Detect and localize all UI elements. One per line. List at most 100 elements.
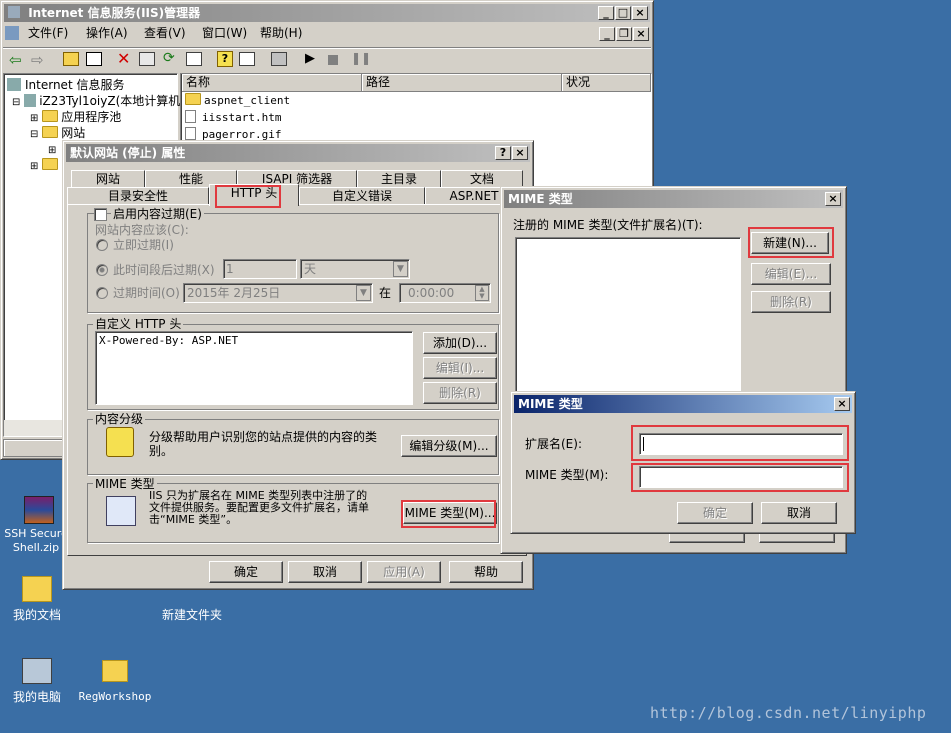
help-dialog-button[interactable]: 帮助: [449, 561, 523, 583]
menu-help[interactable]: 帮助(H): [260, 25, 302, 41]
col-header-path[interactable]: 路径: [362, 74, 562, 92]
list-item[interactable]: iisstart.htm: [185, 110, 281, 126]
show-tree-icon[interactable]: [86, 52, 102, 66]
maximize-button[interactable]: □: [615, 6, 631, 20]
computer-icon[interactable]: [271, 52, 287, 66]
mime-list-title-bar[interactable]: MIME 类型 ×: [504, 190, 843, 208]
close-button[interactable]: ×: [632, 6, 648, 20]
menu-window[interactable]: 窗口(W): [202, 25, 247, 41]
chevron-down-icon[interactable]: ▼: [356, 285, 371, 301]
expand-minus-icon[interactable]: ⊟: [12, 97, 20, 108]
expire-checkbox-label[interactable]: 启用内容过期(E): [111, 207, 204, 221]
apply-button[interactable]: 应用(A): [367, 561, 441, 583]
col-header-name[interactable]: 名称: [182, 74, 362, 92]
delete-icon[interactable]: ✕: [117, 49, 130, 68]
my-computer-icon: [22, 658, 52, 684]
my-documents-icon: [22, 576, 52, 602]
menu-view[interactable]: 查看(V): [144, 25, 186, 41]
add-header-button[interactable]: 添加(D)...: [423, 332, 497, 354]
expire-time-field[interactable]: 0:00:00 ▲ ▼: [399, 283, 491, 303]
expire-checkbox[interactable]: [94, 208, 107, 221]
expand-plus-icon[interactable]: ⊞: [48, 145, 56, 156]
toolbar: ⇦ ⇨ ✕ ⟳ ? ▶ ❚❚: [3, 47, 651, 71]
tab-custom-errors[interactable]: 自定义错误: [299, 187, 425, 204]
edit-header-button[interactable]: 编辑(I)...: [423, 357, 497, 379]
refresh-icon[interactable]: ⟳: [163, 50, 175, 66]
rating-description: 分级帮助用户识别您的站点提供的内容的类别。: [149, 430, 378, 458]
child-close-button[interactable]: ×: [633, 27, 649, 41]
close-button[interactable]: ×: [512, 146, 528, 160]
close-button[interactable]: ×: [834, 397, 850, 411]
expire-unit-select[interactable]: 天 ▼: [300, 259, 410, 279]
export-icon[interactable]: [186, 52, 202, 66]
tree-other-node[interactable]: ⊞: [30, 157, 61, 175]
content-rating-label: 内容分级: [93, 412, 146, 426]
properties-title-bar[interactable]: 默认网站 (停止) 属性 ? ×: [66, 144, 530, 162]
forward-icon[interactable]: ⇨: [31, 51, 44, 69]
mime-list-title: MIME 类型: [508, 192, 573, 206]
stop-icon[interactable]: [328, 55, 338, 65]
registered-mime-list[interactable]: [515, 237, 741, 397]
iis-title-bar[interactable]: Internet 信息服务(IIS)管理器 _ □ ×: [4, 4, 650, 22]
desktop-icon-regworkshop[interactable]: RegWorkshop: [78, 656, 152, 708]
expire-now-radio[interactable]: [96, 239, 108, 251]
child-restore-button[interactable]: ❐: [616, 27, 632, 41]
delete-mime-button[interactable]: 删除(R): [751, 291, 831, 313]
edit-mime-button[interactable]: 编辑(E)...: [751, 263, 831, 285]
tab-directory-security[interactable]: 目录安全性: [67, 187, 209, 204]
highlight-http-tab: [215, 185, 281, 208]
watermark: http://blog.csdn.net/linyiphp: [650, 704, 927, 722]
mime-type-title-bar[interactable]: MIME 类型 ×: [514, 395, 852, 413]
tab-website[interactable]: 网站: [71, 170, 145, 187]
mime-type-title: MIME 类型: [518, 397, 583, 411]
menu-file[interactable]: 文件(F): [28, 25, 68, 41]
desktop-label: 新建文件夹: [161, 608, 222, 622]
expire-on-radio[interactable]: [96, 287, 108, 299]
view-icon[interactable]: [239, 52, 255, 66]
rating-badge-icon: [106, 427, 134, 457]
tab-home-directory[interactable]: 主目录: [357, 170, 441, 187]
custom-headers-list[interactable]: X-Powered-By: ASP.NET: [95, 331, 413, 405]
expire-after-value-field[interactable]: 1: [223, 259, 297, 279]
expire-after-radio[interactable]: [96, 264, 108, 276]
child-minimize-button[interactable]: _: [599, 27, 615, 41]
ok-button[interactable]: 确定: [209, 561, 283, 583]
mime-type-label: MIME 类型(M):: [525, 468, 609, 482]
list-item[interactable]: aspnet_client: [185, 93, 290, 109]
highlight-mime-type-input: [631, 463, 849, 492]
expand-plus-icon[interactable]: ⊞: [30, 161, 38, 172]
expand-plus-icon[interactable]: ⊞: [30, 113, 38, 124]
tab-documents[interactable]: 文档: [441, 170, 523, 187]
tree-root[interactable]: Internet 信息服务: [7, 77, 124, 93]
server-icon: [24, 94, 37, 107]
col-header-status[interactable]: 状况: [562, 74, 651, 92]
desktop-label: SSH Secure Shell.zip: [4, 527, 68, 554]
file-icon: [185, 127, 196, 140]
mime-group-label: MIME 类型: [93, 477, 157, 491]
up-folder-icon[interactable]: [63, 52, 79, 66]
desktop-icon-my-computer[interactable]: 我的电脑: [2, 656, 72, 708]
close-button[interactable]: ×: [825, 192, 841, 206]
back-icon[interactable]: ⇦: [9, 51, 22, 69]
list-item[interactable]: X-Powered-By: ASP.NET: [99, 333, 238, 349]
expire-date-picker[interactable]: 2015年 2月25日 ▼: [183, 283, 373, 303]
ok-button[interactable]: 确定: [677, 502, 753, 524]
help-icon[interactable]: ?: [217, 51, 233, 67]
spinner-icon[interactable]: ▲ ▼: [475, 285, 489, 301]
highlight-mime-button: [401, 500, 496, 528]
properties-icon[interactable]: [139, 52, 155, 66]
help-button[interactable]: ?: [495, 146, 511, 160]
custom-headers-label: 自定义 HTTP 头: [93, 317, 184, 331]
desktop-label: 我的文档: [12, 608, 61, 622]
cancel-button[interactable]: 取消: [761, 502, 837, 524]
delete-header-button[interactable]: 删除(R): [423, 382, 497, 404]
menu-action[interactable]: 操作(A): [86, 25, 128, 41]
expire-when-label: 网站内容应该(C):: [95, 223, 189, 237]
chevron-down-icon[interactable]: ▼: [393, 261, 408, 277]
play-icon[interactable]: ▶: [305, 51, 315, 66]
minimize-button[interactable]: _: [598, 6, 614, 20]
expand-minus-icon[interactable]: ⊟: [30, 129, 38, 140]
cancel-button[interactable]: 取消: [288, 561, 362, 583]
edit-ratings-button[interactable]: 编辑分级(M)...: [401, 435, 497, 457]
pause-icon[interactable]: ❚❚: [351, 51, 371, 65]
